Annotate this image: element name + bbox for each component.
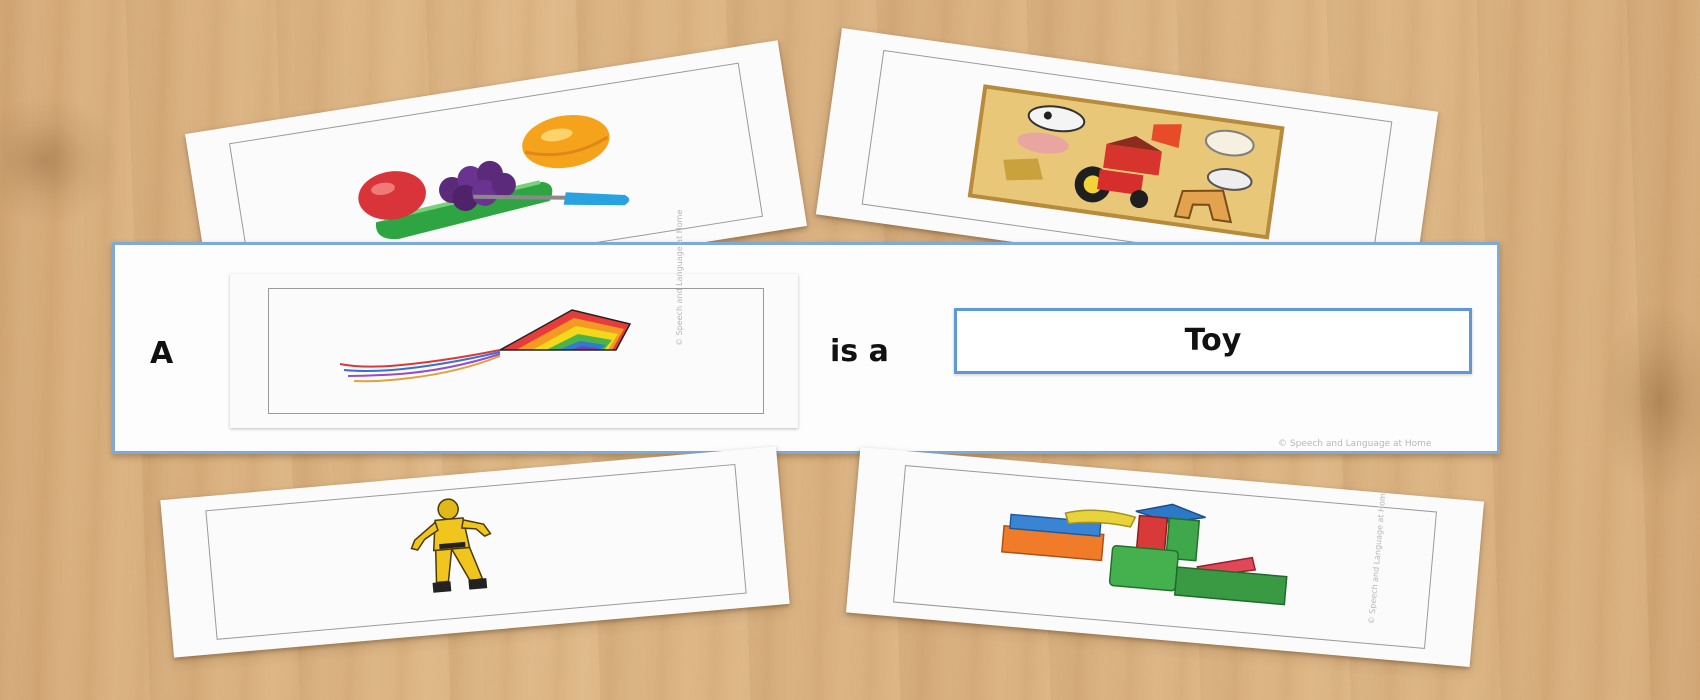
action-figure-picture-card[interactable] — [160, 446, 790, 658]
wood-knot — [0, 95, 120, 225]
wooden-table: A © Speech and Language at Home is a Toy… — [0, 0, 1700, 700]
kite-picture-card[interactable]: © Speech and Language at Home — [230, 210, 798, 428]
blocks-picture-card[interactable]: © Speech and Language at Home — [845, 447, 1485, 667]
category-word: Toy — [1184, 323, 1242, 358]
sentence-connector: is a — [830, 334, 889, 369]
action-figure-icon — [410, 498, 492, 593]
strip-copyright: © Speech and Language at Home — [1278, 439, 1432, 449]
kite-icon — [339, 309, 632, 383]
sentence-article: A — [150, 336, 174, 371]
kite-card-copyright: © Speech and Language at Home — [675, 209, 684, 346]
toy-word-card[interactable]: Toy — [954, 308, 1472, 374]
wood-knot — [1600, 300, 1700, 500]
